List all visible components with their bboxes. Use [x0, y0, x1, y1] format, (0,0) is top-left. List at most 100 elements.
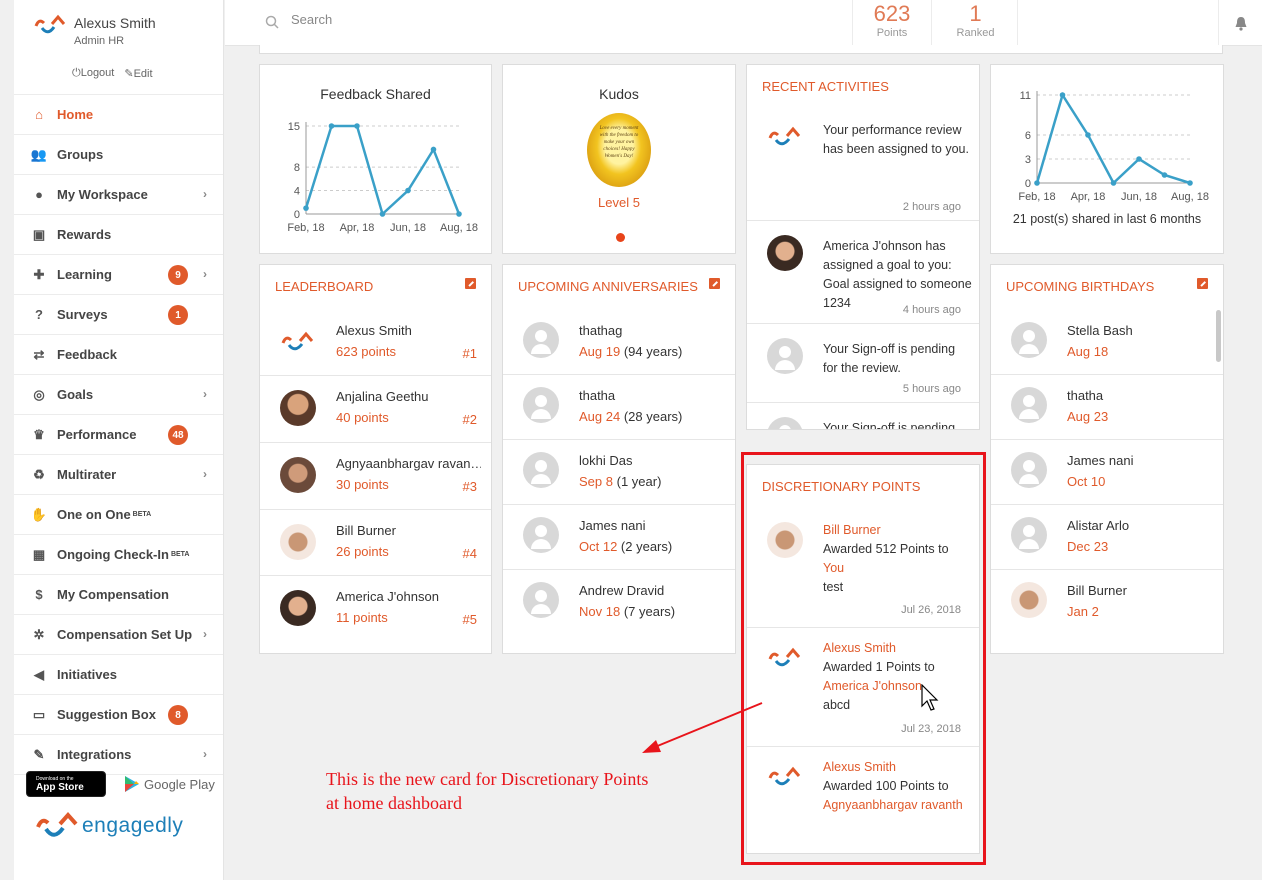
- sidebar-item-performance[interactable]: ♛ Performance 48: [14, 415, 223, 455]
- search-input[interactable]: [291, 12, 691, 27]
- engagedly-logo-icon: [34, 14, 66, 34]
- sidebar-item-surveys[interactable]: ? Surveys 1: [14, 295, 223, 335]
- app-store-button[interactable]: Download on the App Store: [26, 771, 106, 797]
- sidebar-item-home[interactable]: ⌂ Home: [14, 95, 223, 135]
- sidebar-item-one-on-one[interactable]: ✋ One on One BETA: [14, 495, 223, 535]
- anniversary-years: (94 years): [623, 344, 683, 359]
- avatar[interactable]: [523, 582, 559, 618]
- anniversary-name: thathag: [579, 323, 623, 338]
- sidebar-item-learning[interactable]: ✚ Learning 9 ›: [14, 255, 223, 295]
- x-tick-label: Apr, 18: [1071, 191, 1106, 203]
- chevron-right-icon: ›: [203, 747, 207, 761]
- recent-activities-card: RECENT ACTIVITIES Your performance revie…: [746, 64, 980, 430]
- sidebar-item-feedback[interactable]: ⇄ Feedback: [14, 335, 223, 375]
- profile-section: Alexus Smith Admin HR ⏻Logout ✎Edit: [14, 0, 223, 95]
- sidebar-item-label: Groups: [57, 147, 104, 162]
- x-tick-label: Jun, 18: [1121, 191, 1157, 203]
- anniversary-row[interactable]: lokhi Das Sep 8 (1 year): [503, 440, 735, 505]
- leader-rank: #3: [462, 479, 477, 494]
- leaderboard-row[interactable]: America J'ohnson 11 points #5: [260, 576, 491, 643]
- leaderboard-row[interactable]: Bill Burner 26 points #4: [260, 510, 491, 576]
- anniversary-row[interactable]: James nani Oct 12 (2 years): [503, 505, 735, 570]
- sidebar-item-label: Suggestion Box: [57, 707, 156, 722]
- avatar[interactable]: [523, 322, 559, 358]
- kudos-badge-image[interactable]: Love every moment with the freedom to ma…: [587, 113, 651, 187]
- avatar[interactable]: [767, 338, 803, 374]
- activity-time: 4 hours ago: [902, 304, 961, 316]
- avatar[interactable]: [1011, 517, 1047, 553]
- sidebar-item-rewards[interactable]: ▣ Rewards: [14, 215, 223, 255]
- y-tick-label: 6: [1025, 130, 1031, 142]
- birthday-row[interactable]: Bill Burner Jan 2: [991, 570, 1223, 635]
- sidebar-item-my-compensation[interactable]: $ My Compensation: [14, 575, 223, 615]
- anniversary-day: Aug 19: [579, 344, 621, 359]
- engagedly-logo-icon[interactable]: [280, 324, 316, 360]
- birthday-row[interactable]: James nani Oct 10: [991, 440, 1223, 505]
- birthday-row[interactable]: thatha Aug 23: [991, 375, 1223, 440]
- avatar[interactable]: [280, 590, 316, 626]
- birthday-name: Bill Burner: [1067, 583, 1127, 598]
- birthday-row[interactable]: Stella Bash Aug 18: [991, 310, 1223, 375]
- sidebar-item-my-workspace[interactable]: ● My Workspace ›: [14, 175, 223, 215]
- edit-link[interactable]: ✎Edit: [124, 67, 152, 80]
- sidebar-item-initiatives[interactable]: ◀ Initiatives: [14, 655, 223, 695]
- points-stat[interactable]: 623 Points: [852, 0, 932, 46]
- activity-time: 5 hours ago: [902, 383, 961, 395]
- carousel-dot[interactable]: [616, 233, 625, 242]
- notifications-button[interactable]: [1218, 0, 1262, 46]
- sidebar-item-ongoing-check-in[interactable]: ▦ Ongoing Check-In BETA: [14, 535, 223, 575]
- sidebar-item-suggestion-box[interactable]: ▭ Suggestion Box 8: [14, 695, 223, 735]
- birthday-row[interactable]: Alistar Arlo Dec 23: [991, 505, 1223, 570]
- anniversary-row[interactable]: thatha Aug 24 (28 years): [503, 375, 735, 440]
- avatar[interactable]: [1011, 452, 1047, 488]
- sidebar-item-integrations[interactable]: ✎ Integrations ›: [14, 735, 223, 775]
- avatar[interactable]: [523, 452, 559, 488]
- avatar[interactable]: [523, 517, 559, 553]
- data-point: [1059, 92, 1066, 98]
- sidebar-nav: ⌂ Home 👥 Groups ● My Workspace › ▣ Rewards ✚ Learn…: [14, 95, 223, 775]
- avatar[interactable]: [1011, 387, 1047, 423]
- count-badge: 1: [168, 305, 188, 325]
- annotation-text: This is the new card for Discretionary P…: [326, 769, 649, 813]
- external-link-icon[interactable]: [709, 278, 720, 289]
- anniversary-years: (7 years): [623, 604, 676, 619]
- activity-item[interactable]: America J'ohnson has assigned a goal to …: [747, 221, 979, 324]
- google-play-button[interactable]: Google Play: [124, 775, 215, 793]
- external-link-icon[interactable]: [465, 278, 476, 289]
- avatar[interactable]: [1011, 582, 1047, 618]
- avatar[interactable]: [767, 417, 803, 429]
- leaderboard-row[interactable]: Anjalina Geethu 40 points #2: [260, 376, 491, 443]
- sidebar-item-groups[interactable]: 👥 Groups: [14, 135, 223, 175]
- top-header: 623 Points 1 Ranked: [225, 0, 1262, 46]
- leaderboard-row[interactable]: Agnyaanbhargav ravan… 30 points #3: [260, 443, 491, 510]
- anniversary-row[interactable]: Andrew Dravid Nov 18 (7 years): [503, 570, 735, 635]
- avatar[interactable]: [523, 387, 559, 423]
- avatar[interactable]: [1011, 322, 1047, 358]
- avatar[interactable]: [767, 235, 803, 271]
- ranked-stat[interactable]: 1 Ranked: [934, 0, 1018, 46]
- avatar[interactable]: [280, 457, 316, 493]
- sidebar-item-label: Multirater: [57, 467, 117, 482]
- anniversary-row[interactable]: thathag Aug 19 (94 years): [503, 310, 735, 375]
- logout-link[interactable]: ⏻Logout: [72, 67, 114, 80]
- activity-item[interactable]: Your performance review has been assigne…: [747, 105, 979, 221]
- birthdays-list: Stella Bash Aug 18 thatha Aug 23 James nani O…: [991, 310, 1223, 635]
- avatar[interactable]: [280, 524, 316, 560]
- sidebar-item-goals[interactable]: ◎ Goals ›: [14, 375, 223, 415]
- activity-item[interactable]: Your Sign-off is pending: [747, 403, 979, 429]
- leader-rank: #5: [462, 612, 477, 627]
- external-link-icon[interactable]: [1197, 278, 1208, 289]
- engagedly-logo-icon[interactable]: [767, 119, 803, 155]
- sidebar-item-compensation-set-up[interactable]: ✲ Compensation Set Up ›: [14, 615, 223, 655]
- sidebar-item-multirater[interactable]: ♻ Multirater ›: [14, 455, 223, 495]
- posts-shared-card: 11 6 3 0 Feb, 18 Apr, 18 Jun, 18 Aug, 18 21 pos…: [990, 64, 1224, 254]
- data-point: [1161, 172, 1168, 178]
- anniversary-name: lokhi Das: [579, 453, 633, 468]
- y-tick-label: 0: [1025, 178, 1031, 190]
- avatar[interactable]: [280, 390, 316, 426]
- leaderboard-row[interactable]: Alexus Smith 623 points #1: [260, 310, 491, 376]
- data-point: [430, 146, 437, 153]
- y-tick-label: 0: [294, 209, 300, 221]
- activity-item[interactable]: Your Sign-off is pending for the review.…: [747, 324, 979, 403]
- sidebar-item-label: Integrations: [57, 747, 132, 762]
